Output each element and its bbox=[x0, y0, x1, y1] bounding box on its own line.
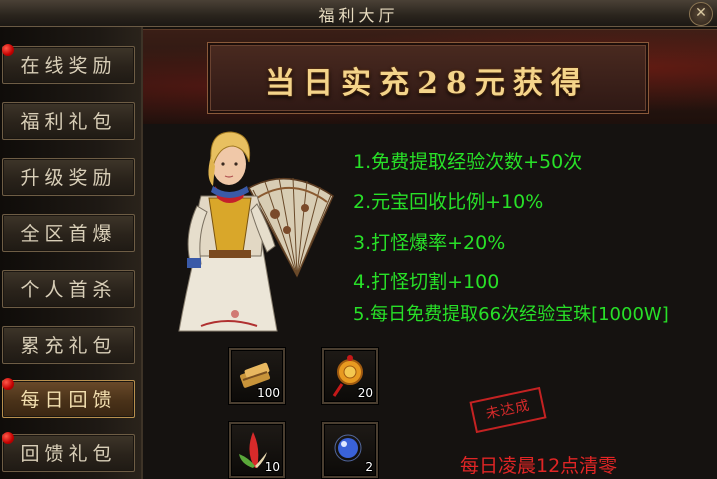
main-panel: 1.免费提取经验次数+50次 2.元宝回收比例+10% 3.打怪爆率+20% 4… bbox=[143, 124, 717, 479]
sidebar-item-welfare-pack[interactable]: 福利礼包 bbox=[2, 102, 135, 140]
reward-line-4: 4.打怪切割+100 bbox=[353, 271, 500, 293]
reward-line-2: 2.元宝回收比例+10% bbox=[353, 191, 544, 213]
sidebar-item-levelup-reward[interactable]: 升级奖励 bbox=[2, 158, 135, 196]
notification-dot bbox=[2, 44, 14, 56]
notification-dot bbox=[2, 378, 14, 390]
sidebar: 在线奖励 福利礼包 升级奖励 全区首爆 个人首杀 累充礼包 每日回馈 回馈礼包 bbox=[0, 27, 143, 479]
sidebar-item-label: 个人首杀 bbox=[20, 279, 117, 301]
item-count: 2 bbox=[365, 460, 373, 474]
character-figure bbox=[178, 131, 278, 332]
reward-line-3: 3.打怪爆率+20% bbox=[353, 232, 506, 254]
character-illustration bbox=[178, 131, 334, 332]
reset-note: 每日凌晨12点清零 bbox=[460, 455, 618, 477]
item-count: 20 bbox=[357, 386, 373, 400]
sidebar-item-online-reward[interactable]: 在线奖励 bbox=[2, 44, 135, 84]
notification-dot bbox=[2, 432, 14, 444]
not-achieved-stamp: 未达成 bbox=[469, 386, 547, 434]
sidebar-item-label: 累充礼包 bbox=[20, 335, 117, 357]
item-slot[interactable]: 10 bbox=[229, 422, 285, 478]
title-bar: 福利大厅 ✕ bbox=[0, 0, 717, 27]
window-title: 福利大厅 bbox=[318, 6, 399, 25]
sidebar-item-label: 全区首爆 bbox=[20, 223, 117, 245]
item-slot[interactable]: 20 bbox=[322, 348, 378, 404]
sidebar-item-personal-first-kill[interactable]: 个人首杀 bbox=[2, 270, 135, 308]
close-icon[interactable]: ✕ bbox=[689, 2, 713, 26]
sidebar-item-label: 福利礼包 bbox=[20, 111, 117, 133]
sidebar-item-cumulative-recharge[interactable]: 累充礼包 bbox=[2, 326, 135, 364]
sidebar-item-feedback-pack[interactable]: 回馈礼包 bbox=[2, 432, 135, 472]
banner-title: 当日实充28元获得 bbox=[265, 66, 589, 101]
item-count: 100 bbox=[257, 386, 280, 400]
sidebar-item-server-first-drop[interactable]: 全区首爆 bbox=[2, 214, 135, 252]
item-count: 10 bbox=[264, 460, 280, 474]
sidebar-item-label: 回馈礼包 bbox=[20, 443, 117, 465]
reward-line-1: 1.免费提取经验次数+50次 bbox=[353, 151, 583, 173]
event-banner: 当日实充28元获得 bbox=[143, 29, 717, 125]
sidebar-item-label: 在线奖励 bbox=[20, 55, 117, 77]
reward-line-5: 5.每日免费提取66次经验宝珠[1000W] bbox=[353, 304, 669, 325]
sidebar-item-label: 每日回馈 bbox=[20, 389, 117, 411]
item-slot[interactable]: 100 bbox=[229, 348, 285, 404]
item-slot[interactable]: 2 bbox=[322, 422, 378, 478]
sidebar-item-label: 升级奖励 bbox=[20, 167, 117, 189]
sidebar-item-daily-feedback[interactable]: 每日回馈 bbox=[2, 378, 135, 418]
